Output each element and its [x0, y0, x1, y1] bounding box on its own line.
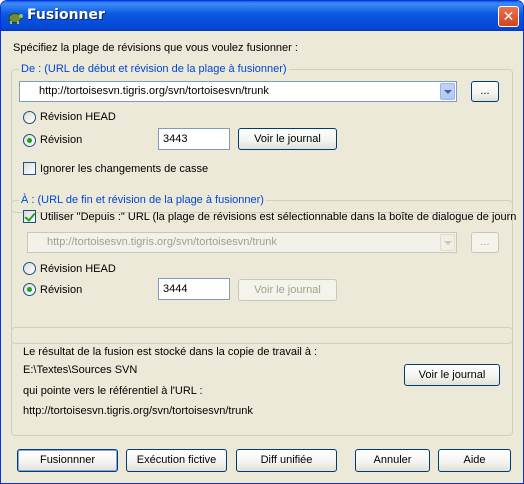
to-revision-value: 3444	[163, 283, 188, 295]
to-revision-label[interactable]: Révision	[40, 284, 82, 296]
from-revision-value: 3443	[163, 133, 188, 145]
to-revision-radio[interactable]	[23, 283, 36, 296]
from-log-button[interactable]: Voir le journal	[238, 128, 337, 150]
dialog-body: Spécifiez la plage de révisions que vous…	[5, 31, 519, 481]
result-log-button[interactable]: Voir le journal	[404, 364, 500, 386]
merge-button[interactable]: Fusionnner	[17, 449, 118, 472]
result-log-label: Voir le journal	[418, 369, 486, 381]
to-log-button[interactable]: Voir le journal	[238, 279, 337, 301]
use-from-url-label[interactable]: Utiliser "Depuis :" URL (la plage de rév…	[40, 211, 516, 223]
from-browse-label: ...	[480, 85, 490, 97]
unified-diff-button[interactable]: Diff unifiée	[236, 449, 337, 472]
from-revision-radio[interactable]	[23, 134, 36, 147]
unified-diff-label: Diff unifiée	[260, 454, 313, 466]
repository-url: http://tortoisesvn.tigris.org/svn/tortoi…	[23, 405, 253, 417]
to-revision-input[interactable]: 3444	[158, 278, 230, 300]
to-url-combo[interactable]: http://tortoisesvn.tigris.org/svn/tortoi…	[27, 232, 457, 253]
from-group-title: De : (URL de début et révision de la pla…	[19, 63, 289, 75]
close-icon: ✕	[502, 8, 515, 24]
dry-run-label: Exécution fictive	[136, 454, 217, 466]
ignore-case-label[interactable]: Ignorer les changements de casse	[40, 163, 208, 175]
from-head-label[interactable]: Révision HEAD	[40, 111, 116, 123]
dry-run-button[interactable]: Exécution fictive	[126, 449, 227, 472]
from-browse-button[interactable]: ...	[471, 81, 499, 102]
cancel-label: Annuler	[373, 454, 412, 466]
cancel-button[interactable]: Annuler	[355, 449, 430, 472]
to-head-radio[interactable]	[23, 262, 36, 275]
to-head-label[interactable]: Révision HEAD	[40, 263, 116, 275]
from-revision-label[interactable]: Révision	[40, 134, 82, 146]
from-url-value: http://tortoisesvn.tigris.org/svn/tortoi…	[39, 85, 269, 97]
ignore-case-checkbox[interactable]	[23, 162, 36, 175]
merge-label: Fusionnner	[39, 454, 96, 466]
from-revision-input[interactable]: 3443	[158, 128, 230, 150]
window-title: Fusionner	[27, 7, 105, 23]
help-label: Aide	[463, 454, 486, 466]
help-button[interactable]: Aide	[438, 449, 511, 472]
title-bar[interactable]: Fusionner ✕	[1, 1, 523, 31]
result-line-3: qui pointe vers le référentiel à l'URL :	[23, 385, 203, 397]
merge-dialog: Fusionner ✕ Spécifiez la plage de révisi…	[0, 0, 524, 484]
intro-text: Spécifiez la plage de révisions que vous…	[13, 42, 298, 54]
to-browse-label: ...	[480, 236, 490, 248]
chevron-down-icon[interactable]	[440, 234, 455, 251]
result-line-1: Le résultat de la fusion est stocké dans…	[23, 346, 318, 358]
working-copy-path: E:\Textes\Sources SVN	[23, 364, 138, 376]
close-button[interactable]: ✕	[498, 6, 519, 27]
from-url-combo[interactable]: http://tortoisesvn.tigris.org/svn/tortoi…	[19, 81, 457, 102]
to-browse-button[interactable]: ...	[471, 232, 499, 253]
use-from-url-checkbox[interactable]	[23, 210, 36, 223]
to-url-value: http://tortoisesvn.tigris.org/svn/tortoi…	[47, 236, 277, 248]
to-log-label: Voir le journal	[254, 284, 321, 296]
from-log-label: Voir le journal	[254, 133, 321, 145]
tortoise-app-icon	[8, 13, 23, 24]
from-head-radio[interactable]	[23, 111, 36, 124]
chevron-down-icon[interactable]	[440, 83, 455, 100]
to-group-title: À : (URL de fin et révision de la plage …	[19, 194, 266, 206]
